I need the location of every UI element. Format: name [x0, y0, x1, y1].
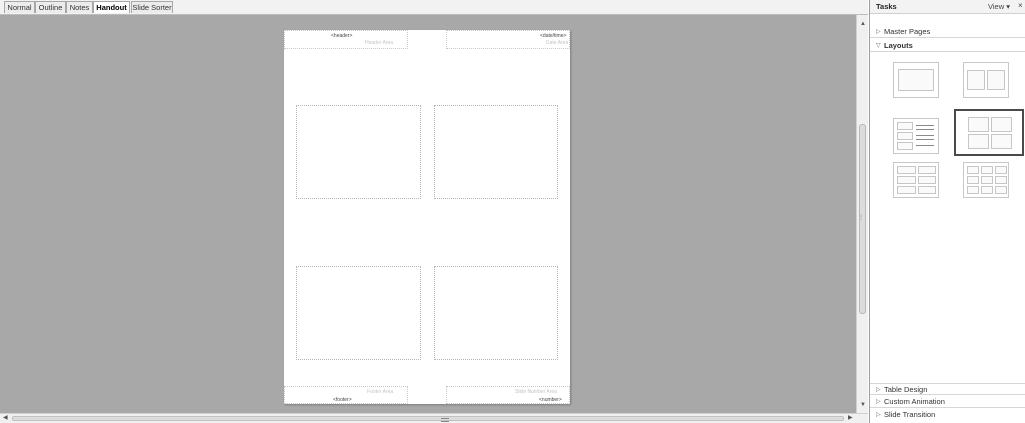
scroll-right-arrow-icon[interactable]: ▶: [848, 415, 853, 421]
section-master-pages[interactable]: ▷ Master Pages: [870, 26, 1025, 38]
horizontal-scrollbar[interactable]: ◀ ▶: [0, 413, 868, 423]
layout-slide-box: [918, 186, 936, 194]
horizontal-scroll-thumb[interactable]: [12, 416, 844, 422]
layout-one-slide[interactable]: [893, 62, 939, 98]
footer-field: <footer>: [333, 397, 352, 403]
expand-arrow-icon: ▷: [876, 387, 881, 393]
section-custom-animation-label: Custom Animation: [884, 397, 945, 406]
layout-slide-box: [897, 122, 913, 130]
section-master-pages-label: Master Pages: [884, 27, 931, 36]
expand-arrow-icon: ▷: [876, 412, 881, 418]
header-field: <header>: [331, 33, 353, 39]
layout-slide-box: [991, 134, 1012, 149]
layout-slide-box: [897, 132, 913, 140]
section-table-design[interactable]: ▷ Table Design: [870, 383, 1025, 395]
grip-icon: ⋮: [858, 215, 864, 221]
slide-placeholder-1[interactable]: [296, 105, 421, 199]
view-menu-button[interactable]: View ▾: [988, 2, 1010, 11]
slide-number-area-label: Slide Number Area: [515, 389, 557, 395]
layout-slide-box: [897, 166, 916, 174]
footer-area-label: Footer Area: [367, 389, 394, 395]
section-slide-transition-label: Slide Transition: [884, 410, 936, 419]
header-area[interactable]: <header> Header Area: [284, 30, 408, 49]
footer-area[interactable]: Footer Area <footer>: [284, 386, 408, 404]
tab-slide-sorter[interactable]: Slide Sorter: [131, 1, 173, 13]
slide-placeholder-3[interactable]: [296, 266, 421, 360]
layout-slide-box: [967, 70, 985, 90]
layout-slide-box: [897, 176, 916, 184]
layout-four-slides[interactable]: [954, 109, 1024, 156]
slide-placeholder-4[interactable]: [434, 266, 558, 360]
date-area[interactable]: <date/time> Date Area: [446, 30, 570, 49]
tasks-pane: Tasks View ▾ × ▷ Master Pages ▽ Layouts: [869, 0, 1025, 423]
view-tab-bar: Normal Outline Notes Handout Slide Sorte…: [0, 0, 868, 15]
layout-slide-box: [918, 176, 936, 184]
scroll-up-arrow-icon[interactable]: ▲: [860, 21, 866, 27]
layout-slide-box: [897, 142, 913, 150]
header-area-label: Header Area: [365, 40, 394, 46]
layout-note-line: [916, 139, 934, 140]
section-table-design-label: Table Design: [884, 385, 928, 394]
layout-slide-box: [898, 69, 934, 91]
tasks-pane-header: Tasks View ▾ ×: [870, 0, 1025, 14]
handout-page[interactable]: <header> Header Area <date/time> Date Ar…: [284, 30, 570, 404]
layout-note-line: [916, 129, 934, 130]
layout-two-slides[interactable]: [963, 62, 1009, 98]
scroll-down-arrow-icon[interactable]: ▼: [860, 402, 866, 408]
layout-slide-box: [967, 186, 979, 194]
layout-slide-box: [967, 166, 979, 174]
close-icon[interactable]: ×: [1018, 1, 1023, 10]
section-slide-transition[interactable]: ▷ Slide Transition: [870, 409, 1025, 423]
scroll-left-arrow-icon[interactable]: ◀: [3, 415, 8, 421]
layout-slide-box: [967, 176, 979, 184]
layout-slide-box: [991, 117, 1012, 132]
date-area-label: Date Area: [546, 40, 569, 46]
grip-icon: [441, 418, 449, 422]
chevron-down-icon: ▾: [1006, 2, 1010, 11]
number-field: <number>: [539, 397, 562, 403]
view-menu-label: View: [988, 2, 1005, 11]
layout-slide-box: [995, 176, 1007, 184]
expand-arrow-icon: ▷: [876, 399, 881, 405]
layout-note-line: [916, 145, 934, 146]
layout-slide-box: [968, 117, 989, 132]
section-custom-animation[interactable]: ▷ Custom Animation: [870, 396, 1025, 408]
expand-arrow-icon: ▷: [876, 29, 881, 35]
vertical-scrollbar[interactable]: ▲ ⋮ ▼: [856, 15, 868, 413]
layout-nine-slides[interactable]: [963, 162, 1009, 198]
impress-window: Normal Outline Notes Handout Slide Sorte…: [0, 0, 1025, 423]
layout-slide-box: [918, 166, 936, 174]
layout-slide-box: [987, 70, 1005, 90]
collapse-arrow-icon: ▽: [876, 43, 881, 49]
layout-slide-box: [981, 176, 993, 184]
layout-slide-box: [981, 186, 993, 194]
slide-number-area[interactable]: Slide Number Area <number>: [446, 386, 570, 404]
layout-slide-box: [995, 166, 1007, 174]
tab-notes[interactable]: Notes: [66, 1, 93, 13]
tab-normal[interactable]: Normal: [4, 1, 35, 13]
slide-placeholder-2[interactable]: [434, 105, 558, 199]
tasks-pane-title: Tasks: [876, 2, 897, 11]
tab-handout[interactable]: Handout: [93, 1, 130, 13]
layout-slide-box: [995, 186, 1007, 194]
section-layouts-label: Layouts: [884, 41, 913, 50]
layout-six-slides[interactable]: [893, 162, 939, 198]
layout-slide-box: [981, 166, 993, 174]
layout-three-slides-lines[interactable]: [893, 118, 939, 154]
layout-slide-box: [968, 134, 989, 149]
layout-note-line: [916, 135, 934, 136]
layout-slide-box: [897, 186, 916, 194]
layout-note-line: [916, 125, 934, 126]
date-time-field: <date/time>: [540, 33, 567, 39]
tab-outline[interactable]: Outline: [35, 1, 66, 13]
section-layouts[interactable]: ▽ Layouts: [870, 40, 1025, 52]
layouts-panel: [870, 57, 1025, 383]
handout-workspace[interactable]: <header> Header Area <date/time> Date Ar…: [0, 15, 856, 413]
